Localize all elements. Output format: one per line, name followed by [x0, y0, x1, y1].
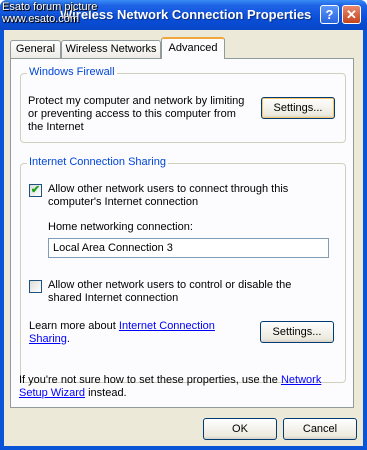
ics-settings-button[interactable]: Settings...	[260, 321, 334, 343]
close-button[interactable]: ✕	[342, 5, 361, 24]
learn-more-suffix: .	[66, 333, 70, 345]
cancel-button[interactable]: Cancel	[283, 418, 357, 440]
help-button[interactable]: ?	[320, 5, 339, 24]
tab-general[interactable]: General	[10, 40, 61, 58]
watermark-line-1: Esato forum picture	[2, 1, 98, 13]
title-bar[interactable]: Wireless Network Connection Properties E…	[0, 0, 367, 30]
windows-firewall-title: Windows Firewall	[27, 66, 117, 78]
allow-connect-label[interactable]: Allow other network users to connect thr…	[48, 183, 318, 209]
wizard-hint-prefix: If you're not sure how to set these prop…	[19, 374, 281, 386]
properties-dialog: Wireless Network Connection Properties E…	[0, 0, 367, 450]
ics-title: Internet Connection Sharing	[27, 156, 168, 168]
learn-more-prefix: Learn more about	[29, 320, 119, 332]
allow-connect-checkbox[interactable]: ✔	[29, 184, 42, 197]
watermark: Esato forum picture www.esato.com	[2, 1, 97, 25]
learn-more-text: Learn more about Internet Connection Sha…	[29, 320, 239, 346]
tab-advanced[interactable]: Advanced	[161, 37, 225, 59]
windows-firewall-group: Windows Firewall Protect my computer and…	[20, 66, 346, 143]
watermark-line-2: www.esato.com	[2, 13, 80, 25]
dialog-body: General Wireless Networks Advanced Windo…	[4, 30, 363, 446]
home-connection-select[interactable]: Local Area Connection 3	[48, 238, 329, 258]
window-title: Wireless Network Connection Properties	[60, 7, 312, 22]
tab-wireless-networks[interactable]: Wireless Networks	[61, 40, 161, 58]
allow-control-checkbox[interactable]	[29, 280, 42, 293]
wizard-hint-suffix: instead.	[85, 387, 127, 399]
ok-button[interactable]: OK	[203, 418, 277, 440]
ics-group: Internet Connection Sharing ✔ Allow othe…	[20, 156, 346, 383]
wizard-hint-text: If you're not sure how to set these prop…	[19, 374, 349, 400]
firewall-settings-button[interactable]: Settings...	[261, 97, 335, 119]
firewall-description: Protect my computer and network by limit…	[28, 95, 245, 133]
home-connection-label: Home networking connection:	[48, 221, 193, 233]
tab-panel-advanced: Windows Firewall Protect my computer and…	[10, 58, 354, 408]
allow-control-label[interactable]: Allow other network users to control or …	[48, 279, 318, 305]
